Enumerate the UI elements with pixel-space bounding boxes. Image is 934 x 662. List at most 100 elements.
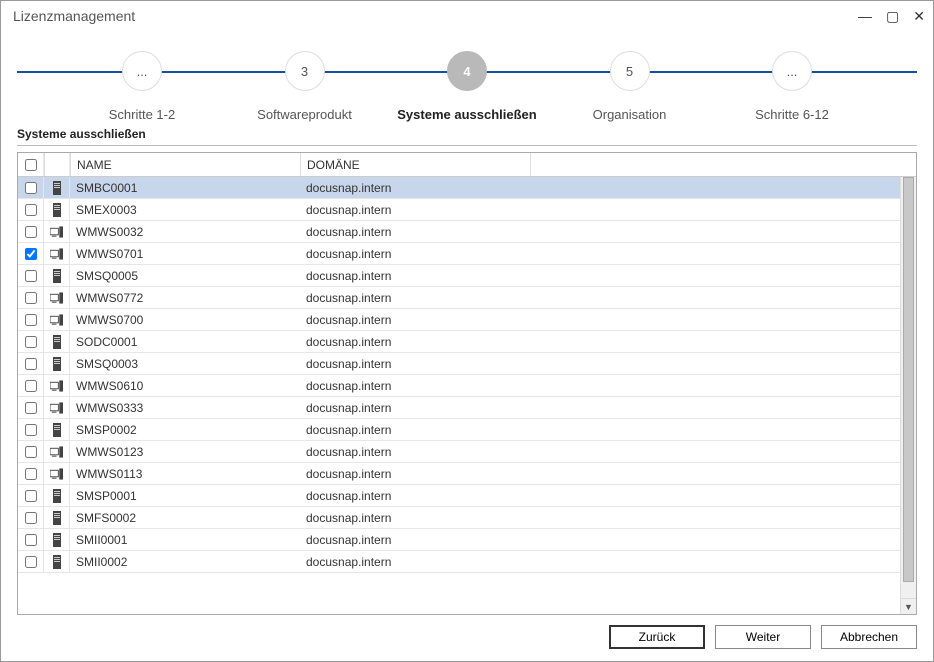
row-checkbox[interactable]	[25, 226, 37, 238]
row-checkbox-cell	[18, 551, 44, 572]
row-checkbox-cell	[18, 177, 44, 198]
workstation-icon	[44, 397, 70, 418]
server-icon	[44, 177, 70, 198]
row-domain: docusnap.intern	[300, 353, 530, 374]
table-body: SMBC0001docusnap.internSMEX0003docusnap.…	[18, 177, 916, 614]
row-checkbox-cell	[18, 199, 44, 220]
table-row[interactable]: WMWS0333docusnap.intern	[18, 397, 916, 419]
workstation-icon	[44, 463, 70, 484]
row-domain: docusnap.intern	[300, 485, 530, 506]
row-checkbox-cell	[18, 309, 44, 330]
row-domain: docusnap.intern	[300, 287, 530, 308]
table-row[interactable]: SMFS0002docusnap.intern	[18, 507, 916, 529]
row-name: SMBC0001	[70, 177, 300, 198]
wizard-step-1[interactable]: 3Softwareprodukt	[230, 51, 380, 122]
row-checkbox[interactable]	[25, 402, 37, 414]
table-row[interactable]: SMSQ0005docusnap.intern	[18, 265, 916, 287]
table-row[interactable]: SMBC0001docusnap.intern	[18, 177, 916, 199]
row-spacer	[530, 551, 916, 572]
row-checkbox[interactable]	[25, 336, 37, 348]
server-icon	[44, 551, 70, 572]
header-name[interactable]: NAME	[70, 153, 300, 176]
step-label: Softwareprodukt	[257, 107, 352, 122]
cancel-button[interactable]: Abbrechen	[821, 625, 917, 649]
row-name: SMFS0002	[70, 507, 300, 528]
server-icon	[44, 353, 70, 374]
scrollbar-thumb[interactable]	[903, 177, 914, 582]
row-checkbox-cell	[18, 397, 44, 418]
row-checkbox[interactable]	[25, 468, 37, 480]
header-domain[interactable]: DOMÄNE	[300, 153, 530, 176]
row-checkbox[interactable]	[25, 446, 37, 458]
row-name: WMWS0123	[70, 441, 300, 462]
row-name: WMWS0113	[70, 463, 300, 484]
wizard-step-2[interactable]: 4Systeme ausschließen	[392, 51, 542, 122]
vertical-scrollbar[interactable]: ▼	[900, 177, 916, 614]
row-checkbox[interactable]	[25, 248, 37, 260]
window-controls: — ▢ ✕	[858, 9, 925, 23]
row-domain: docusnap.intern	[300, 331, 530, 352]
row-checkbox[interactable]	[25, 204, 37, 216]
row-checkbox[interactable]	[25, 490, 37, 502]
table-row[interactable]: SMSP0002docusnap.intern	[18, 419, 916, 441]
row-checkbox[interactable]	[25, 424, 37, 436]
header-icon-cell	[44, 153, 70, 176]
table-row[interactable]: WMWS0123docusnap.intern	[18, 441, 916, 463]
row-checkbox[interactable]	[25, 534, 37, 546]
row-checkbox[interactable]	[25, 556, 37, 568]
row-spacer	[530, 353, 916, 374]
row-checkbox-cell	[18, 441, 44, 462]
table-row[interactable]: WMWS0610docusnap.intern	[18, 375, 916, 397]
scrollbar-down-icon[interactable]: ▼	[901, 598, 916, 614]
row-domain: docusnap.intern	[300, 463, 530, 484]
row-checkbox[interactable]	[25, 270, 37, 282]
row-checkbox[interactable]	[25, 314, 37, 326]
row-spacer	[530, 485, 916, 506]
row-domain: docusnap.intern	[300, 375, 530, 396]
table-row[interactable]: SMII0001docusnap.intern	[18, 529, 916, 551]
close-icon[interactable]: ✕	[913, 9, 925, 23]
row-checkbox[interactable]	[25, 292, 37, 304]
row-checkbox-cell	[18, 375, 44, 396]
row-checkbox[interactable]	[25, 380, 37, 392]
row-domain: docusnap.intern	[300, 529, 530, 550]
row-spacer	[530, 265, 916, 286]
next-button[interactable]: Weiter	[715, 625, 811, 649]
maximize-icon[interactable]: ▢	[886, 9, 899, 23]
select-all-checkbox[interactable]	[25, 159, 37, 171]
wizard-step-0[interactable]: ...Schritte 1-2	[67, 51, 217, 122]
table-row[interactable]: WMWS0700docusnap.intern	[18, 309, 916, 331]
row-checkbox[interactable]	[25, 358, 37, 370]
table-row[interactable]: SMII0002docusnap.intern	[18, 551, 916, 573]
table-row[interactable]: SODC0001docusnap.intern	[18, 331, 916, 353]
row-domain: docusnap.intern	[300, 309, 530, 330]
row-checkbox-cell	[18, 331, 44, 352]
table-row[interactable]: WMWS0772docusnap.intern	[18, 287, 916, 309]
workstation-icon	[44, 441, 70, 462]
minimize-icon[interactable]: —	[858, 9, 872, 23]
server-icon	[44, 419, 70, 440]
table-row[interactable]: SMSP0001docusnap.intern	[18, 485, 916, 507]
systems-table: NAME DOMÄNE SMBC0001docusnap.internSMEX0…	[17, 152, 917, 615]
row-domain: docusnap.intern	[300, 177, 530, 198]
table-row[interactable]: WMWS0701docusnap.intern	[18, 243, 916, 265]
row-checkbox-cell	[18, 507, 44, 528]
server-icon	[44, 199, 70, 220]
row-checkbox[interactable]	[25, 512, 37, 524]
workstation-icon	[44, 287, 70, 308]
row-spacer	[530, 529, 916, 550]
row-checkbox-cell	[18, 353, 44, 374]
table-row[interactable]: SMEX0003docusnap.intern	[18, 199, 916, 221]
row-checkbox[interactable]	[25, 182, 37, 194]
table-row[interactable]: WMWS0113docusnap.intern	[18, 463, 916, 485]
row-spacer	[530, 199, 916, 220]
section-title: Systeme ausschließen	[17, 127, 917, 141]
back-button[interactable]: Zurück	[609, 625, 705, 649]
titlebar: Lizenzmanagement — ▢ ✕	[1, 1, 933, 31]
row-domain: docusnap.intern	[300, 199, 530, 220]
table-row[interactable]: SMSQ0003docusnap.intern	[18, 353, 916, 375]
row-name: SMII0001	[70, 529, 300, 550]
table-row[interactable]: WMWS0032docusnap.intern	[18, 221, 916, 243]
wizard-step-3[interactable]: 5Organisation	[555, 51, 705, 122]
wizard-step-4[interactable]: ...Schritte 6-12	[717, 51, 867, 122]
